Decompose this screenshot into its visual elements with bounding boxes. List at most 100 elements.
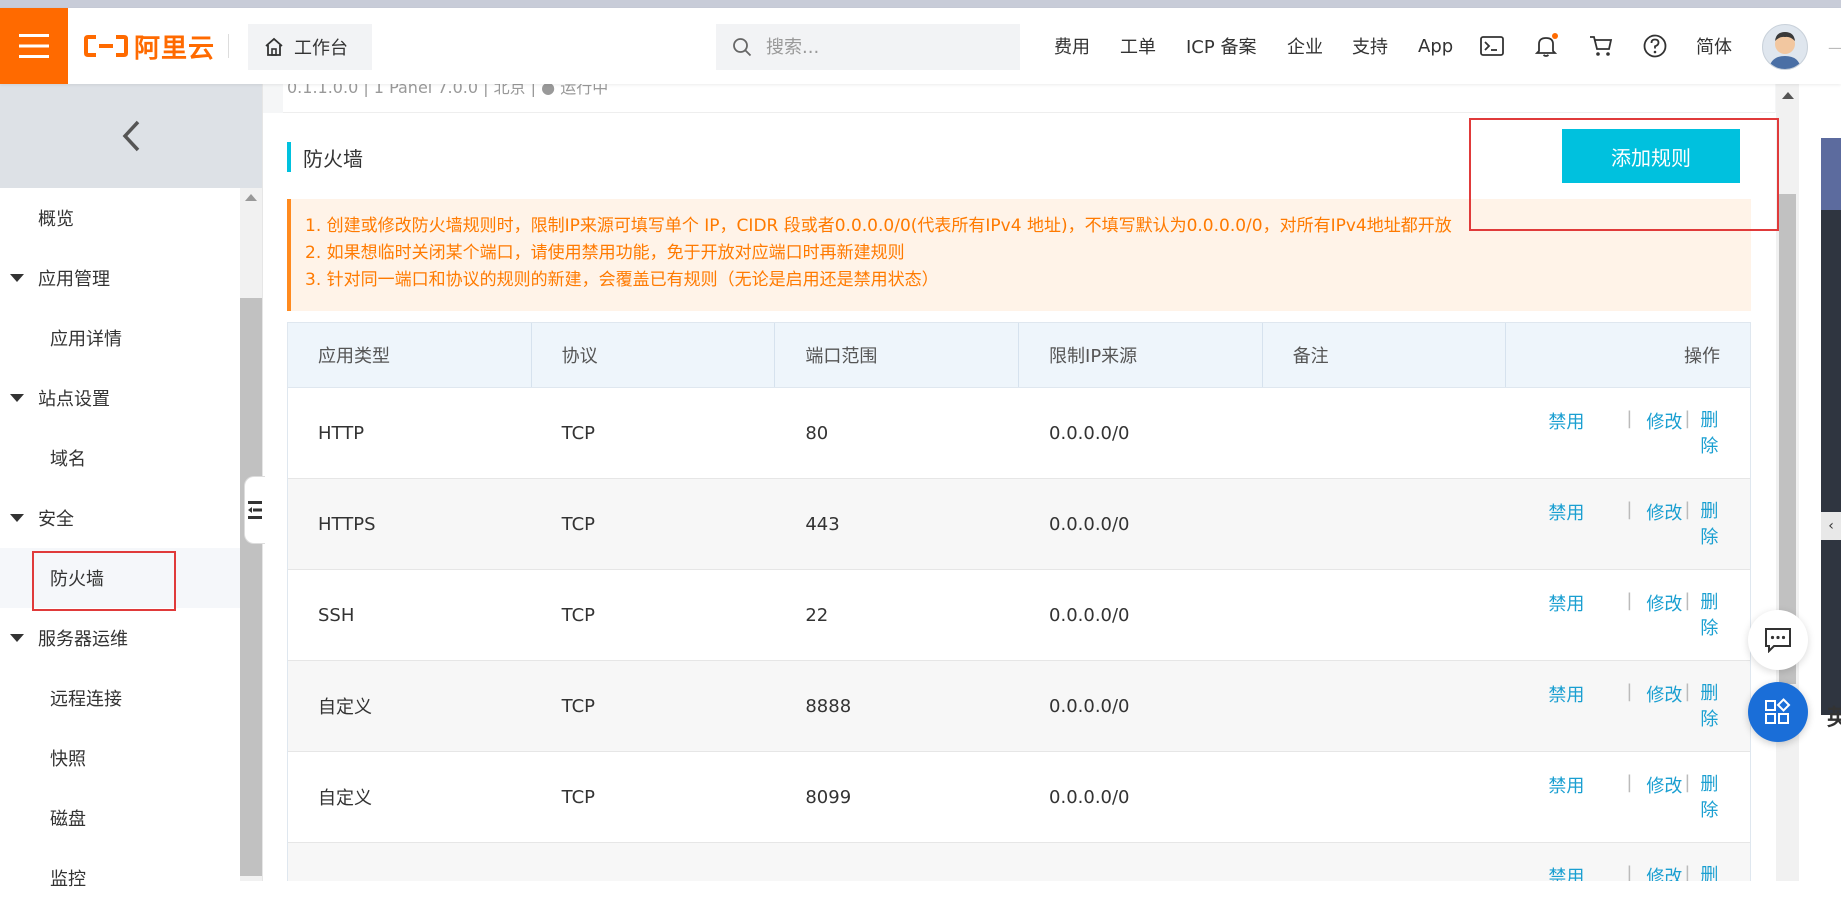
sidebar-item-app-detail[interactable]: 应用详情 xyxy=(0,308,240,368)
delete-link[interactable]: 删除 xyxy=(1700,772,1722,824)
nav-fees[interactable]: 费用 xyxy=(1054,8,1090,84)
cell-note xyxy=(1263,843,1507,881)
cell-note xyxy=(1263,570,1507,660)
collapse-icon xyxy=(248,501,262,519)
disable-link[interactable]: 禁用 xyxy=(1548,499,1584,525)
notice-line-1: 1. 创建或修改防火墙规则时，限制IP来源可填写单个 IP，CIDR 段或者0.… xyxy=(305,216,1452,236)
disable-link[interactable]: 禁用 xyxy=(1548,863,1584,881)
edit-link[interactable]: 修改 xyxy=(1646,681,1682,707)
sidebar-group-security[interactable]: 安全 xyxy=(0,488,240,548)
table-row: HTTP TCP 80 0.0.0.0/0 禁用 | 修改 | 删除 xyxy=(288,388,1750,479)
cell-type: 自定义 xyxy=(318,697,372,718)
table-header: 应用类型 协议 端口范围 限制IP来源 备注 操作 xyxy=(288,323,1750,388)
table-row: HTTPS TCP 443 0.0.0.0/0 禁用 | 修改 | 删除 xyxy=(288,479,1750,570)
terminal-icon[interactable] xyxy=(1478,32,1506,60)
sidebar-item-monitor[interactable]: 监控 xyxy=(0,848,240,908)
table-row: SSH TCP 22 0.0.0.0/0 禁用 | 修改 | 删除 xyxy=(288,570,1750,661)
add-rule-button[interactable]: 添加规则 xyxy=(1562,129,1740,183)
cell-port: 8888 xyxy=(805,695,852,717)
sidebar-group-app-management[interactable]: 应用管理 xyxy=(0,248,240,308)
cell-note xyxy=(1263,752,1507,842)
delete-link[interactable]: 删除 xyxy=(1700,863,1722,881)
sidebar-scroll-thumb[interactable] xyxy=(240,298,262,876)
table-row: 禁用 | 修改 | 删除 xyxy=(288,843,1750,881)
disable-link[interactable]: 禁用 xyxy=(1548,590,1584,616)
action-separator: | xyxy=(1684,499,1691,520)
action-separator: | xyxy=(1626,408,1633,429)
sidebar-group-server-ops[interactable]: 服务器运维 xyxy=(0,608,240,668)
action-separator: | xyxy=(1684,772,1691,793)
cell-port: 80 xyxy=(805,422,829,444)
sidebar-item-domain[interactable]: 域名 xyxy=(0,428,240,488)
cell-protocol: TCP xyxy=(561,786,596,808)
sidebar-item-overview[interactable]: 概览 xyxy=(0,188,240,248)
action-separator: | xyxy=(1626,681,1633,702)
action-separator: | xyxy=(1684,408,1691,429)
column-header-actions: 操作 xyxy=(1684,346,1721,367)
nav-support[interactable]: 支持 xyxy=(1352,8,1388,84)
aliyun-logo[interactable]: 阿里云 xyxy=(84,30,215,64)
edit-link[interactable]: 修改 xyxy=(1646,863,1682,881)
workbench-button[interactable]: 工作台 xyxy=(248,24,372,70)
help-icon[interactable] xyxy=(1641,32,1669,60)
section-title: 防火墙 xyxy=(287,141,363,173)
cell-source xyxy=(1019,843,1263,881)
sidebar-item-disk[interactable]: 磁盘 xyxy=(0,788,240,848)
delete-link[interactable]: 删除 xyxy=(1700,499,1722,551)
cell-note xyxy=(1263,479,1507,569)
bell-icon[interactable] xyxy=(1532,32,1560,60)
sidebar-item-snapshot[interactable]: 快照 xyxy=(0,728,240,788)
nav-icp[interactable]: ICP 备案 xyxy=(1186,8,1256,84)
cell-port: 443 xyxy=(805,513,840,535)
title-accent-bar xyxy=(287,142,291,172)
adjacent-window-dark xyxy=(1821,210,1841,715)
action-separator: | xyxy=(1684,590,1691,611)
avatar[interactable] xyxy=(1762,24,1808,70)
menu-button[interactable] xyxy=(0,8,68,84)
edit-link[interactable]: 修改 xyxy=(1646,499,1682,525)
sidebar-item-firewall[interactable]: 防火墙 xyxy=(0,548,240,611)
nav-enterprise[interactable]: 企业 xyxy=(1287,8,1323,84)
edit-link[interactable]: 修改 xyxy=(1646,772,1682,798)
chat-icon xyxy=(1765,628,1791,653)
sidebar-collapse-toggle[interactable] xyxy=(244,476,265,544)
scroll-up-arrow-icon[interactable] xyxy=(1782,92,1794,99)
cell-type: HTTP xyxy=(318,422,365,444)
edit-link[interactable]: 修改 xyxy=(1646,408,1682,434)
delete-link[interactable]: 删除 xyxy=(1700,408,1722,460)
apps-button[interactable] xyxy=(1748,682,1808,742)
language-switch[interactable]: 简体 xyxy=(1696,8,1732,84)
search-box[interactable] xyxy=(716,24,1020,70)
cell-port xyxy=(775,843,1019,881)
nav-app[interactable]: App xyxy=(1418,8,1453,84)
disable-link[interactable]: 禁用 xyxy=(1548,772,1584,798)
aliyun-logo-icon xyxy=(84,35,128,57)
sidebar-item-remote-connect[interactable]: 远程连接 xyxy=(0,668,240,728)
column-header-type: 应用类型 xyxy=(288,323,532,387)
action-separator: | xyxy=(1626,863,1633,881)
nav-tickets[interactable]: 工单 xyxy=(1120,8,1156,84)
adjacent-expand-icon[interactable]: ‹ xyxy=(1821,512,1841,540)
section-title-text: 防火墙 xyxy=(303,146,363,171)
cell-protocol xyxy=(532,843,776,881)
cell-source: 0.0.0.0/0 xyxy=(1049,786,1130,808)
disable-link[interactable]: 禁用 xyxy=(1548,408,1584,434)
disable-link[interactable]: 禁用 xyxy=(1548,681,1584,707)
cell-type: HTTPS xyxy=(318,513,376,535)
cell-actions: 禁用 | 修改 | 删除 xyxy=(1506,479,1750,569)
scroll-up-arrow-icon[interactable] xyxy=(245,194,257,201)
cell-port: 8099 xyxy=(805,786,852,808)
column-header-note: 备注 xyxy=(1263,323,1507,387)
sidebar-group-site-settings[interactable]: 站点设置 xyxy=(0,368,240,428)
cart-icon[interactable] xyxy=(1587,32,1615,60)
chat-button[interactable] xyxy=(1748,610,1808,670)
cell-actions: 禁用 | 修改 | 删除 xyxy=(1506,661,1750,751)
main-scrollbar[interactable] xyxy=(1776,84,1799,881)
search-input[interactable] xyxy=(764,35,988,59)
workbench-label: 工作台 xyxy=(294,38,348,59)
delete-link[interactable]: 删除 xyxy=(1700,590,1722,642)
sidebar-back-button[interactable] xyxy=(0,84,262,188)
column-header-source: 限制IP来源 xyxy=(1019,323,1263,387)
delete-link[interactable]: 删除 xyxy=(1700,681,1722,733)
edit-link[interactable]: 修改 xyxy=(1646,590,1682,616)
